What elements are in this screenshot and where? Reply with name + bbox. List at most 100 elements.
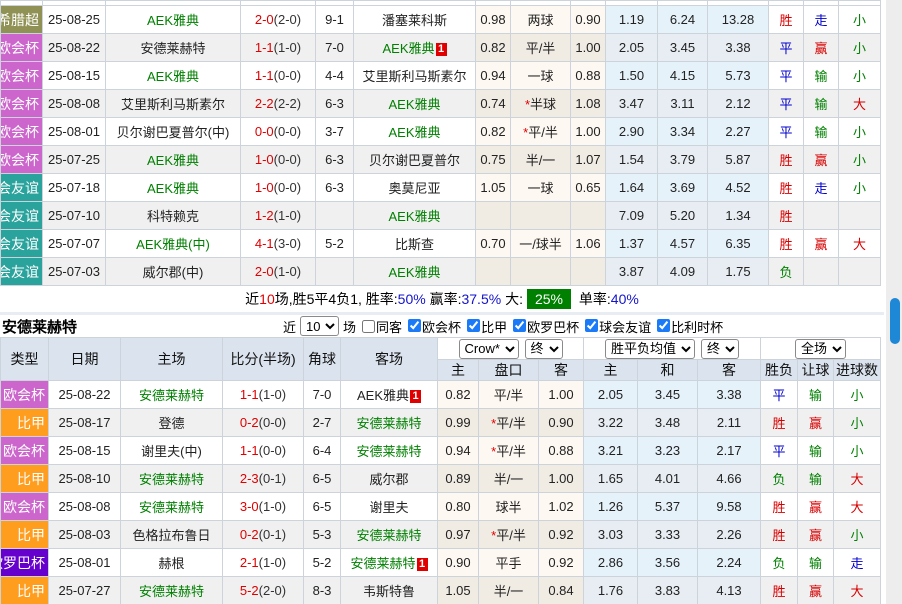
avg-away-odds: 4.13 [698,577,761,604]
result-wdl: 负 [761,549,798,577]
avg-home-odds: 1.37 [606,230,658,258]
crow-away-odds: 1.06 [571,230,606,258]
home-team: 谢里夫(中) [121,437,223,465]
result-handicap: 赢 [798,409,834,437]
avg-time-select[interactable]: 终 [701,339,739,359]
sub-header-home-odds: 主 [438,360,479,381]
handicap: 平/半 [479,381,539,409]
result-handicap: 赢 [804,146,839,174]
team-name: 比斯查 [395,237,434,252]
scope-select[interactable]: 全场 [795,339,846,359]
crow-away-odds: 1.00 [539,465,584,493]
summary-over-label: 大: [505,291,523,307]
score: 2-3(0-1) [223,465,304,493]
summary-recent-count: 10 [259,291,275,307]
sub-header-handicap: 盘口 [479,360,539,381]
home-team: AEK雅典 [106,146,241,174]
league-filter-checkbox[interactable] [513,319,526,332]
result-wdl: 胜 [769,146,804,174]
away-team: 安德莱赫特1 [341,549,438,577]
avg-home-odds: 2.90 [606,118,658,146]
avg-home-odds: 3.87 [606,258,658,286]
crow-home-odds [476,202,511,230]
odds-time-select[interactable]: 终 [525,339,563,359]
league-badge: 比甲 [1,521,49,549]
summary-over-rate-badge: 25% [527,289,571,309]
away-team: 潘塞莱科斯 [354,6,476,34]
match-row: 欧会杯25-08-01贝尔谢巴夏普尔(中)0-0(0-0)3-7AEK雅典0.8… [1,118,881,146]
avg-draw-odds: 4.01 [638,465,698,493]
match-row: 欧会杯25-08-15谢里夫(中)1-1(0-0)6-4安德莱赫特0.94*平/… [1,437,881,465]
team-name: 威尔郡 [369,472,408,487]
avg-odds-select[interactable]: 胜平负均值 [605,339,695,359]
crow-home-odds: 0.82 [476,34,511,62]
score: 4-1(3-0) [241,230,316,258]
crow-home-odds: 0.75 [476,146,511,174]
same-opponent-checkbox[interactable] [362,320,375,333]
score: 0-2(0-0) [223,409,304,437]
result-handicap: 输 [798,437,834,465]
team-name: AEK雅典 [388,97,440,112]
avg-draw-odds: 3.23 [638,437,698,465]
away-team: 谢里夫 [341,493,438,521]
score: 1-1(0-0) [223,437,304,465]
home-team: 科特赖克 [106,202,241,230]
avg-draw-odds: 6.24 [658,6,708,34]
score: 5-2(2-0) [223,577,304,604]
team-name: 谢里夫 [369,500,408,515]
odds-provider-select[interactable]: Crow* [459,339,519,359]
same-opponent-label: 同客 [376,317,402,336]
avg-home-odds: 1.26 [584,493,638,521]
team-name: AEK雅典 [388,265,440,280]
result-handicap [804,202,839,230]
corners: 6-3 [316,174,354,202]
crow-home-odds: 0.99 [438,409,479,437]
result-goals: 小 [839,174,881,202]
crow-home-odds: 0.94 [476,62,511,90]
team-name: AEK雅典 [388,125,440,140]
match-date: 25-07-07 [43,230,106,258]
league-filter-label: 欧罗巴杯 [527,320,579,335]
team-name: AEK雅典 [147,181,199,196]
result-handicap: 输 [804,62,839,90]
result-wdl: 平 [761,381,798,409]
avg-draw-odds: 5.37 [638,493,698,521]
match-row: 比甲25-08-17登德0-2(0-0)2-7安德莱赫特0.99*平/半0.90… [1,409,881,437]
result-handicap: 赢 [798,493,834,521]
avg-home-odds: 1.64 [606,174,658,202]
crow-away-odds: 0.92 [539,549,584,577]
match-date: 25-08-08 [43,90,106,118]
team-name: 安德莱赫特 [139,388,204,403]
league-filter-checkbox[interactable] [585,319,598,332]
league-filter-checkbox[interactable] [657,319,670,332]
team-name: 安德莱赫特 [356,528,421,543]
result-wdl: 胜 [769,174,804,202]
avg-draw-odds: 4.57 [658,230,708,258]
league-filter-checkbox[interactable] [408,319,421,332]
home-team: 安德莱赫特 [121,465,223,493]
crow-home-odds: 0.89 [438,465,479,493]
avg-away-odds: 2.24 [698,549,761,577]
league-badge: 球会友谊 [1,202,43,230]
avg-away-odds: 5.87 [708,146,769,174]
handicap: 半/一 [511,146,571,174]
recent-count-select[interactable]: 10 [300,316,339,336]
corners: 5-2 [304,549,341,577]
team-name: 安德莱赫特 [140,41,205,56]
scrollbar-thumb[interactable] [890,298,900,344]
corners: 8-3 [304,577,341,604]
team-name: AEK雅典 [382,41,434,56]
result-wdl: 平 [769,118,804,146]
result-handicap: 赢 [798,577,834,604]
result-wdl: 胜 [761,521,798,549]
avg-draw-odds: 3.34 [658,118,708,146]
avg-home-odds: 2.86 [584,549,638,577]
result-goals: 小 [839,6,881,34]
result-goals: 小 [834,381,881,409]
scrollbar-track[interactable] [886,0,902,604]
league-filter-checkbox[interactable] [467,319,480,332]
match-row: 欧罗巴杯25-08-01赫根2-1(1-0)5-2安德莱赫特10.90平手0.9… [1,549,881,577]
summary-record: 场,胜5平4负1, 胜率: [275,291,398,307]
corners [316,258,354,286]
away-team: 贝尔谢巴夏普尔 [354,146,476,174]
